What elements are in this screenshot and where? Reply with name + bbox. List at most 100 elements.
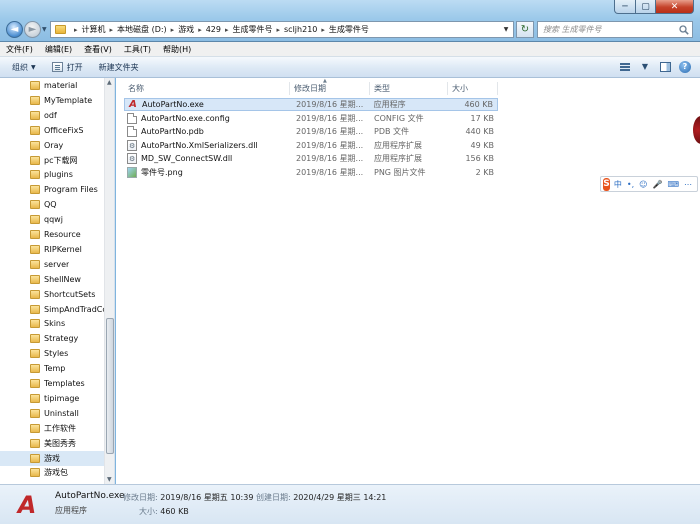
ime-mode-button[interactable]: 中 — [614, 179, 622, 190]
scroll-up-icon[interactable]: ▲ — [107, 79, 112, 86]
emoji-icon[interactable]: ☺ — [639, 180, 647, 189]
column-header-type[interactable]: 类型 — [370, 82, 448, 95]
breadcrumb-item[interactable]: 游戏 — [178, 24, 194, 35]
sidebar-item[interactable]: 工作软件 — [0, 421, 104, 436]
refresh-button[interactable]: ↻ — [516, 21, 534, 38]
open-button[interactable]: 打开 — [51, 62, 83, 73]
sidebar-item[interactable]: Temp — [0, 361, 104, 376]
forward-button[interactable]: ► — [24, 21, 41, 38]
sidebar-item[interactable]: Skins — [0, 316, 104, 331]
image-icon — [127, 167, 137, 178]
sidebar-item[interactable]: SimpAndTradCc — [0, 302, 104, 317]
menu-item[interactable]: 编辑(E) — [45, 44, 72, 55]
column-header-size[interactable]: 大小 — [448, 82, 498, 95]
sidebar-item[interactable]: 游戏 — [0, 450, 104, 466]
breadcrumb-item[interactable]: 生成零件号 — [329, 24, 369, 35]
file-row[interactable]: AutoPartNo.XmlSerializers.dll 2019/8/16 星… — [124, 139, 498, 152]
command-toolbar: 组织 ▼ 打开 新建文件夹 ▼ ? — [0, 57, 700, 78]
breadcrumb-item[interactable]: 计算机 — [82, 24, 106, 35]
sidebar-item[interactable]: plugins — [0, 167, 104, 182]
breadcrumb-separator-icon[interactable]: ▸ — [74, 26, 78, 34]
menu-item[interactable]: 文件(F) — [6, 44, 33, 55]
address-dropdown-button[interactable]: ▼ — [499, 26, 513, 33]
sogou-logo-icon[interactable]: S — [603, 177, 610, 191]
folder-icon — [30, 81, 40, 90]
folder-icon — [30, 170, 40, 180]
sidebar-item[interactable]: Templates — [0, 376, 104, 391]
keyboard-icon[interactable]: ⌨ — [667, 180, 679, 189]
minimize-button[interactable]: ─ — [614, 0, 636, 14]
microphone-icon[interactable]: 🎤 — [652, 180, 662, 189]
scrollbar-thumb[interactable] — [106, 318, 114, 454]
maximize-button[interactable]: ▢ — [636, 0, 656, 14]
folder-icon — [55, 25, 66, 34]
sidebar-item[interactable]: RIPKernel — [0, 242, 104, 257]
file-row[interactable]: A AutoPartNo.exe 2019/8/16 星期... 应用程序 460 KB — [124, 98, 498, 111]
folder-icon — [30, 185, 40, 195]
sidebar-item[interactable]: Program Files — [0, 182, 104, 197]
breadcrumb-separator-icon[interactable]: ▸ — [198, 26, 202, 34]
folder-icon — [30, 319, 40, 329]
sidebar-item[interactable]: odf — [0, 108, 104, 123]
navigation-scrollbar[interactable]: ▲ ▼ — [104, 78, 114, 484]
menu-item[interactable]: 帮助(H) — [163, 44, 191, 55]
breadcrumb-separator-icon[interactable]: ▸ — [277, 26, 281, 34]
breadcrumb-separator-icon[interactable]: ▸ — [110, 26, 114, 34]
punctuation-icon[interactable]: •, — [627, 180, 634, 189]
search-icon[interactable] — [679, 24, 689, 35]
sidebar-item[interactable]: MyTemplate — [0, 93, 104, 108]
sidebar-item[interactable]: ShellNew — [0, 272, 104, 287]
sidebar-item[interactable]: tipimage — [0, 391, 104, 406]
breadcrumb-item[interactable]: 429 — [206, 25, 221, 34]
breadcrumb-separator-icon[interactable]: ▸ — [225, 26, 229, 34]
close-button[interactable]: ✕ — [656, 0, 694, 14]
menu-item[interactable]: 查看(V) — [84, 44, 112, 55]
breadcrumb-item[interactable]: 本地磁盘 (D:) — [117, 24, 167, 35]
sidebar-item[interactable]: Strategy — [0, 331, 104, 346]
file-row[interactable]: 零件号.png 2019/8/16 星期... PNG 图片文件 2 KB — [124, 166, 498, 179]
file-row[interactable]: MD_SW_ConnectSW.dll 2019/8/16 星期... 应用程序扩展… — [124, 152, 498, 165]
scroll-down-icon[interactable]: ▼ — [107, 476, 112, 483]
file-row[interactable]: AutoPartNo.pdb 2019/8/16 星期... PDB 文件 440 K… — [124, 125, 498, 138]
column-header-name[interactable]: 名称 — [124, 82, 290, 95]
file-date: 2019/8/16 星期... — [296, 140, 364, 150]
breadcrumb-separator-icon[interactable]: ▸ — [171, 26, 175, 34]
sidebar-item-label: Uninstall — [44, 408, 79, 418]
sidebar-item[interactable]: Resource — [0, 227, 104, 242]
column-header-date[interactable]: 修改日期 — [290, 82, 370, 95]
preview-pane-button[interactable] — [658, 60, 672, 73]
sidebar-item[interactable]: Oray — [0, 138, 104, 153]
sidebar-item[interactable]: 美图秀秀 — [0, 436, 104, 451]
sidebar-item[interactable]: pc下载网 — [0, 153, 104, 168]
breadcrumb-item[interactable]: scljh210 — [284, 25, 317, 34]
file-name-cell: MD_SW_ConnectSW.dll — [124, 153, 290, 165]
address-bar[interactable]: ▸ 计算机 ▸ 本地磁盘 (D:) ▸ 游戏 ▸ 429 ▸ 生成零件号 ▸ scljh210 ▸ 生成零… — [50, 21, 514, 38]
breadcrumb-item[interactable]: 生成零件号 — [233, 24, 273, 35]
file-row[interactable]: AutoPartNo.exe.config 2019/8/16 星期... CONF… — [124, 112, 498, 125]
sidebar-item[interactable]: server — [0, 257, 104, 272]
back-button[interactable]: ◄ — [6, 21, 23, 38]
file-name-cell: 零件号.png — [124, 167, 290, 178]
breadcrumb: ▸ 计算机 ▸ 本地磁盘 (D:) ▸ 游戏 ▸ 429 ▸ 生成零件号 ▸ scljh210 ▸ 生成零… — [70, 22, 369, 37]
recent-pages-dropdown[interactable]: ▼ — [42, 26, 47, 33]
view-options-dropdown[interactable]: ▼ — [638, 60, 652, 73]
more-icon[interactable]: ⋯ — [684, 180, 692, 189]
folder-icon — [30, 453, 40, 463]
sidebar-item-label: qqwj — [44, 215, 63, 225]
sidebar-item[interactable]: material — [0, 78, 104, 93]
folder-icon — [30, 140, 40, 150]
sidebar-item[interactable]: qqwj — [0, 212, 104, 227]
organize-button[interactable]: 组织 ▼ — [12, 62, 36, 73]
sidebar-item[interactable]: ShortcutSets — [0, 287, 104, 302]
help-button[interactable]: ? — [678, 60, 692, 73]
sidebar-item[interactable]: OfficeFixS — [0, 123, 104, 138]
menu-item[interactable]: 工具(T) — [124, 44, 151, 55]
sidebar-item[interactable]: Uninstall — [0, 406, 104, 421]
sidebar-item[interactable]: QQ — [0, 197, 104, 212]
new-folder-button[interactable]: 新建文件夹 — [99, 62, 139, 73]
sidebar-item[interactable]: Styles — [0, 346, 104, 361]
breadcrumb-separator-icon[interactable]: ▸ — [321, 26, 325, 34]
sidebar-item[interactable]: 游戏包 — [0, 465, 104, 480]
search-input[interactable]: 搜索 生成零件号 — [537, 21, 693, 38]
change-view-button[interactable] — [618, 60, 632, 73]
